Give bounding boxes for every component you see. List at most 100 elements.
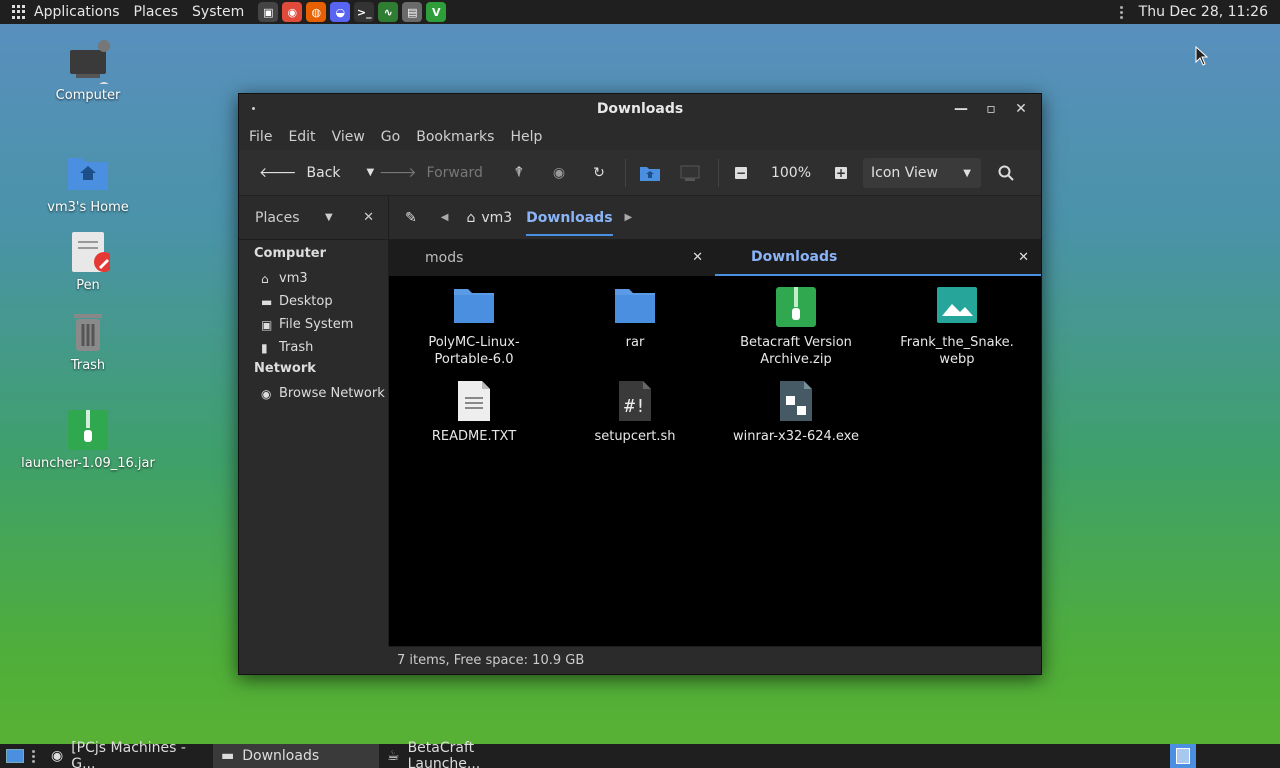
taskbar-handle-icon[interactable] bbox=[32, 749, 35, 763]
close-sidebar-icon[interactable]: ✕ bbox=[363, 210, 374, 225]
desktop-icon-launcher-jar[interactable]: launcher-1.09_16.jar bbox=[18, 408, 158, 471]
home-icon: ⌂ bbox=[466, 209, 476, 226]
home-button[interactable] bbox=[632, 158, 668, 188]
zoom-in-button[interactable]: + bbox=[825, 158, 857, 188]
breadcrumb-home[interactable]: ⌂ vm3 bbox=[466, 210, 512, 226]
workspace-switcher[interactable] bbox=[1170, 744, 1196, 768]
file-item[interactable]: README.TXT bbox=[399, 380, 549, 445]
close-tab-icon[interactable]: ✕ bbox=[1018, 250, 1029, 265]
file-name: PolyMC-Linux- Portable-6.0 bbox=[428, 335, 520, 367]
file-view: mods ✕ Downloads ✕ PolyMC-Linux- Portabl… bbox=[389, 240, 1041, 646]
file-item[interactable]: winrar-x32-624.exe bbox=[721, 380, 871, 445]
menu-go[interactable]: Go bbox=[381, 129, 400, 145]
sidebar-item-vm3[interactable]: ⌂ vm3 bbox=[239, 267, 388, 290]
terminal-icon[interactable]: >_ bbox=[354, 2, 375, 22]
file-item[interactable]: PolyMC-Linux- Portable-6.0 bbox=[399, 286, 549, 368]
tab-downloads[interactable]: Downloads ✕ bbox=[715, 240, 1041, 276]
places-label: Places bbox=[255, 209, 300, 226]
menu-applications[interactable]: Applications bbox=[34, 4, 120, 20]
trash-icon bbox=[66, 310, 110, 354]
menu-edit[interactable]: Edit bbox=[288, 129, 315, 145]
taskbar-item-label: Downloads bbox=[242, 748, 320, 764]
zoom-out-button[interactable]: − bbox=[725, 158, 757, 188]
text-file-icon bbox=[453, 380, 495, 422]
up-button[interactable]: 🡑 bbox=[499, 158, 539, 188]
window-menu-icon[interactable] bbox=[252, 107, 255, 110]
menu-places[interactable]: Places bbox=[134, 4, 179, 20]
computer-icon bbox=[680, 165, 700, 181]
desktop-icon-trash[interactable]: Trash bbox=[18, 310, 158, 373]
desktop-icon-pen[interactable]: Pen bbox=[18, 230, 158, 293]
places-selector[interactable]: Places ▼ ✕ bbox=[239, 196, 389, 239]
chrome-icon[interactable]: ◉ bbox=[282, 2, 303, 22]
sidebar-item-label: File System bbox=[279, 317, 354, 332]
sidebar-item-file-system[interactable]: ▣ File System bbox=[239, 313, 388, 336]
file-item[interactable]: Betacraft Version Archive.zip bbox=[721, 286, 871, 368]
file-item[interactable]: #! setupcert.sh bbox=[560, 380, 710, 445]
panel-menu-icon[interactable] bbox=[1119, 5, 1123, 19]
desktop-icon: ▬ bbox=[261, 294, 273, 309]
close-tab-icon[interactable]: ✕ bbox=[692, 250, 703, 265]
toolbar: 🡐 Back ▼ 🡒 Forward ▼ 🡑 ◉ ↻ − 100% + Icon… bbox=[239, 150, 1041, 196]
taskbar-item[interactable]: ◉ [PCjs Machines - G... bbox=[43, 740, 213, 768]
taskbar-item-label: [PCjs Machines - G... bbox=[71, 740, 186, 768]
view-mode-select[interactable]: Icon View ▼ bbox=[863, 158, 981, 188]
sidebar-item-trash[interactable]: ▮ Trash bbox=[239, 336, 388, 359]
clock[interactable]: Thu Dec 28, 11:26 bbox=[1139, 4, 1268, 20]
forward-label: Forward bbox=[426, 164, 483, 181]
forward-button[interactable]: 🡒 Forward ▼ bbox=[349, 158, 523, 188]
status-bar: 7 items, Free space: 10.9 GB bbox=[389, 646, 1041, 674]
location-bar: Places ▼ ✕ ✎ ◀ ⌂ vm3 Downloads ▶ bbox=[239, 196, 1041, 240]
screenshot-icon[interactable]: ▣ bbox=[258, 2, 279, 22]
tab-mods[interactable]: mods ✕ bbox=[389, 240, 715, 276]
menu-bookmarks[interactable]: Bookmarks bbox=[416, 129, 494, 145]
text-editor-icon[interactable]: ▤ bbox=[402, 2, 423, 22]
breadcrumb-current[interactable]: Downloads bbox=[526, 200, 613, 236]
search-icon bbox=[998, 165, 1014, 181]
menu-file[interactable]: File bbox=[249, 129, 272, 145]
minimize-button[interactable]: — bbox=[949, 98, 973, 120]
sidebar-item-label: Trash bbox=[279, 340, 314, 355]
discord-icon[interactable]: ◒ bbox=[330, 2, 351, 22]
arrow-up-icon: 🡑 bbox=[515, 163, 523, 180]
menu-view[interactable]: View bbox=[332, 129, 365, 145]
arrow-right-icon: 🡒 bbox=[379, 165, 417, 181]
back-button[interactable]: 🡐 Back ▼ bbox=[249, 158, 374, 188]
sidebar-item-label: Browse Network bbox=[279, 386, 385, 401]
desktop-icon-label: Trash bbox=[70, 358, 106, 373]
menu-help[interactable]: Help bbox=[510, 129, 542, 145]
taskbar-item[interactable]: ▬ Downloads bbox=[213, 744, 379, 768]
sidebar-item-browse-network[interactable]: ◉ Browse Network bbox=[239, 382, 388, 405]
path-left-icon[interactable]: ◀ bbox=[441, 212, 449, 223]
drive-icon: ▣ bbox=[261, 317, 273, 332]
close-button[interactable]: ✕ bbox=[1009, 98, 1033, 120]
desktop-icon-label: Pen bbox=[76, 278, 100, 293]
apps-grid-icon[interactable] bbox=[12, 5, 26, 19]
window-titlebar[interactable]: Downloads — ▫ ✕ bbox=[239, 94, 1041, 124]
firefox-icon[interactable]: ◍ bbox=[306, 2, 327, 22]
reload-button[interactable]: ↻ bbox=[579, 158, 619, 188]
desktop-icon-computer[interactable]: Computer bbox=[18, 40, 158, 103]
maximize-button[interactable]: ▫ bbox=[979, 98, 1003, 120]
desktop-icon-home[interactable]: vm3's Home bbox=[18, 152, 158, 215]
vim-icon[interactable]: V bbox=[426, 2, 447, 22]
path-right-icon[interactable]: ▶ bbox=[625, 212, 633, 223]
taskbar-item[interactable]: ☕ BetaCraft Launche... bbox=[379, 740, 549, 768]
menu-system[interactable]: System bbox=[192, 4, 244, 20]
stop-icon: ◉ bbox=[552, 164, 566, 181]
minus-icon: − bbox=[735, 165, 747, 180]
chevron-down-icon: ▼ bbox=[963, 167, 971, 179]
stop-button[interactable]: ◉ bbox=[539, 158, 579, 188]
chevron-down-icon[interactable]: ▼ bbox=[325, 212, 333, 223]
sidebar-item-desktop[interactable]: ▬ Desktop bbox=[239, 290, 388, 313]
show-desktop-icon[interactable] bbox=[6, 749, 24, 763]
chrome-icon: ◉ bbox=[51, 748, 64, 764]
edit-location-icon[interactable]: ✎ bbox=[405, 210, 417, 226]
computer-button[interactable] bbox=[668, 158, 712, 188]
file-item[interactable]: Frank_the_Snake. webp bbox=[882, 286, 1032, 368]
file-item[interactable]: rar bbox=[560, 286, 710, 351]
computer-icon bbox=[66, 40, 110, 94]
search-button[interactable] bbox=[991, 158, 1021, 188]
tab-label: mods bbox=[425, 250, 464, 266]
system-monitor-icon[interactable]: ∿ bbox=[378, 2, 399, 22]
